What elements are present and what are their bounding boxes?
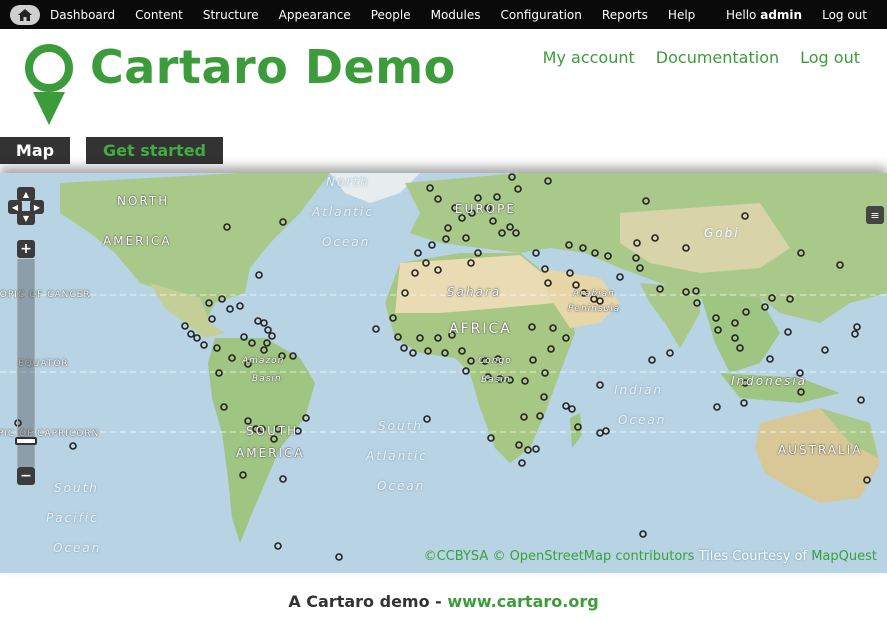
north-atlantic-label-1: North: [326, 175, 370, 189]
documentation-link[interactable]: Documentation: [656, 48, 779, 67]
indian-ocean-label-2: Ocean: [618, 413, 667, 427]
africa-label: AFRICA: [449, 321, 512, 337]
toolbar-people[interactable]: People: [371, 8, 411, 22]
toolbar-logout[interactable]: Log out: [822, 8, 867, 22]
primary-tabs: Map Get started: [0, 137, 223, 164]
south-pacific-label-3: Ocean: [53, 541, 102, 555]
map-attribution: ©CCBYSA © OpenStreetMap contributors Til…: [424, 549, 877, 564]
congo-label: Congo: [478, 356, 512, 366]
amazon-label: Amazon: [242, 356, 285, 366]
north-atlantic-label-2: Atlantic: [312, 205, 374, 219]
toolbar-appearance[interactable]: Appearance: [279, 8, 351, 22]
attribution-osm[interactable]: © OpenStreetMap contributors: [492, 549, 694, 564]
my-account-link[interactable]: My account: [543, 48, 635, 67]
pan-control: ▲ ◀ ▶ ▼: [8, 187, 44, 225]
arabian-label: Arabian: [573, 289, 615, 299]
europe-label: EUROPE: [455, 202, 516, 216]
australia-label: AUSTRALIA: [778, 443, 863, 457]
home-icon[interactable]: [10, 4, 40, 25]
attribution-mapquest[interactable]: MapQuest: [811, 549, 877, 564]
footer-link[interactable]: www.cartaro.org: [447, 592, 598, 611]
toolbar-help[interactable]: Help: [668, 8, 695, 22]
south-atlantic-label-2: Atlantic: [366, 449, 428, 463]
admin-toolbar: Dashboard Content Structure Appearance P…: [0, 0, 887, 29]
toolbar-dashboard[interactable]: Dashboard: [50, 8, 115, 22]
north-atlantic-label-3: Ocean: [322, 235, 371, 249]
basemap: [0, 173, 887, 573]
zoom-bar[interactable]: [17, 259, 35, 467]
south-america-label-2: AMERICA: [236, 446, 305, 460]
south-pacific-label-2: Pacific: [46, 511, 99, 525]
north-america-label-1: NORTH: [117, 194, 170, 208]
sahara-label: Sahara: [447, 285, 502, 299]
indian-ocean-label-1: Indian: [614, 383, 664, 397]
zoom-in-button[interactable]: +: [17, 240, 35, 258]
toolbar-content[interactable]: Content: [135, 8, 183, 22]
toolbar-reports[interactable]: Reports: [602, 8, 648, 22]
tab-get-started[interactable]: Get started: [86, 137, 223, 164]
attribution-tiles: Tiles Courtesy of: [698, 549, 808, 564]
logout-link[interactable]: Log out: [800, 48, 860, 67]
zoom-slider-handle[interactable]: [15, 437, 37, 445]
indonesia-label: Indonesia: [731, 374, 808, 388]
congo-basin-label: Basin: [481, 375, 511, 385]
peninsula-label: Peninsula: [568, 304, 621, 314]
footer: A Cartaro demo - www.cartaro.org: [0, 592, 887, 611]
secondary-menu: My account Documentation Log out: [543, 48, 860, 67]
gobi-label: Gobi: [704, 226, 740, 240]
tab-map[interactable]: Map: [0, 137, 70, 164]
layer-switcher-icon[interactable]: ≡: [866, 206, 884, 224]
toolbar-configuration[interactable]: Configuration: [501, 8, 582, 22]
south-pacific-label-1: South: [54, 481, 99, 495]
zoom-out-button[interactable]: −: [17, 467, 35, 485]
site-name[interactable]: Cartaro Demo: [90, 40, 456, 94]
amazon-basin-label: Basin: [252, 374, 282, 384]
toolbar-modules[interactable]: Modules: [431, 8, 481, 22]
greeting-prefix: Hello: [725, 7, 757, 22]
toolbar-greeting: Hello admin: [726, 8, 802, 22]
pan-down-icon[interactable]: ▼: [17, 211, 35, 225]
south-atlantic-label-3: Ocean: [377, 479, 426, 493]
toolbar-username[interactable]: admin: [760, 8, 802, 22]
south-atlantic-label-1: South: [378, 419, 423, 433]
north-america-label-2: AMERICA: [103, 234, 172, 248]
tropic-cancer-label: TROPIC OF CANCER: [0, 290, 91, 300]
site-logo-icon[interactable]: [24, 44, 74, 130]
south-america-label-1: SOUTH: [246, 424, 299, 438]
pan-up-icon[interactable]: ▲: [17, 187, 35, 201]
world-map[interactable]: North Atlantic Ocean NORTH AMERICA EUROP…: [0, 173, 887, 573]
toolbar-structure[interactable]: Structure: [203, 8, 259, 22]
footer-text: A Cartaro demo -: [288, 592, 448, 611]
attribution-ccbysa[interactable]: ©CCBYSA: [424, 549, 489, 564]
